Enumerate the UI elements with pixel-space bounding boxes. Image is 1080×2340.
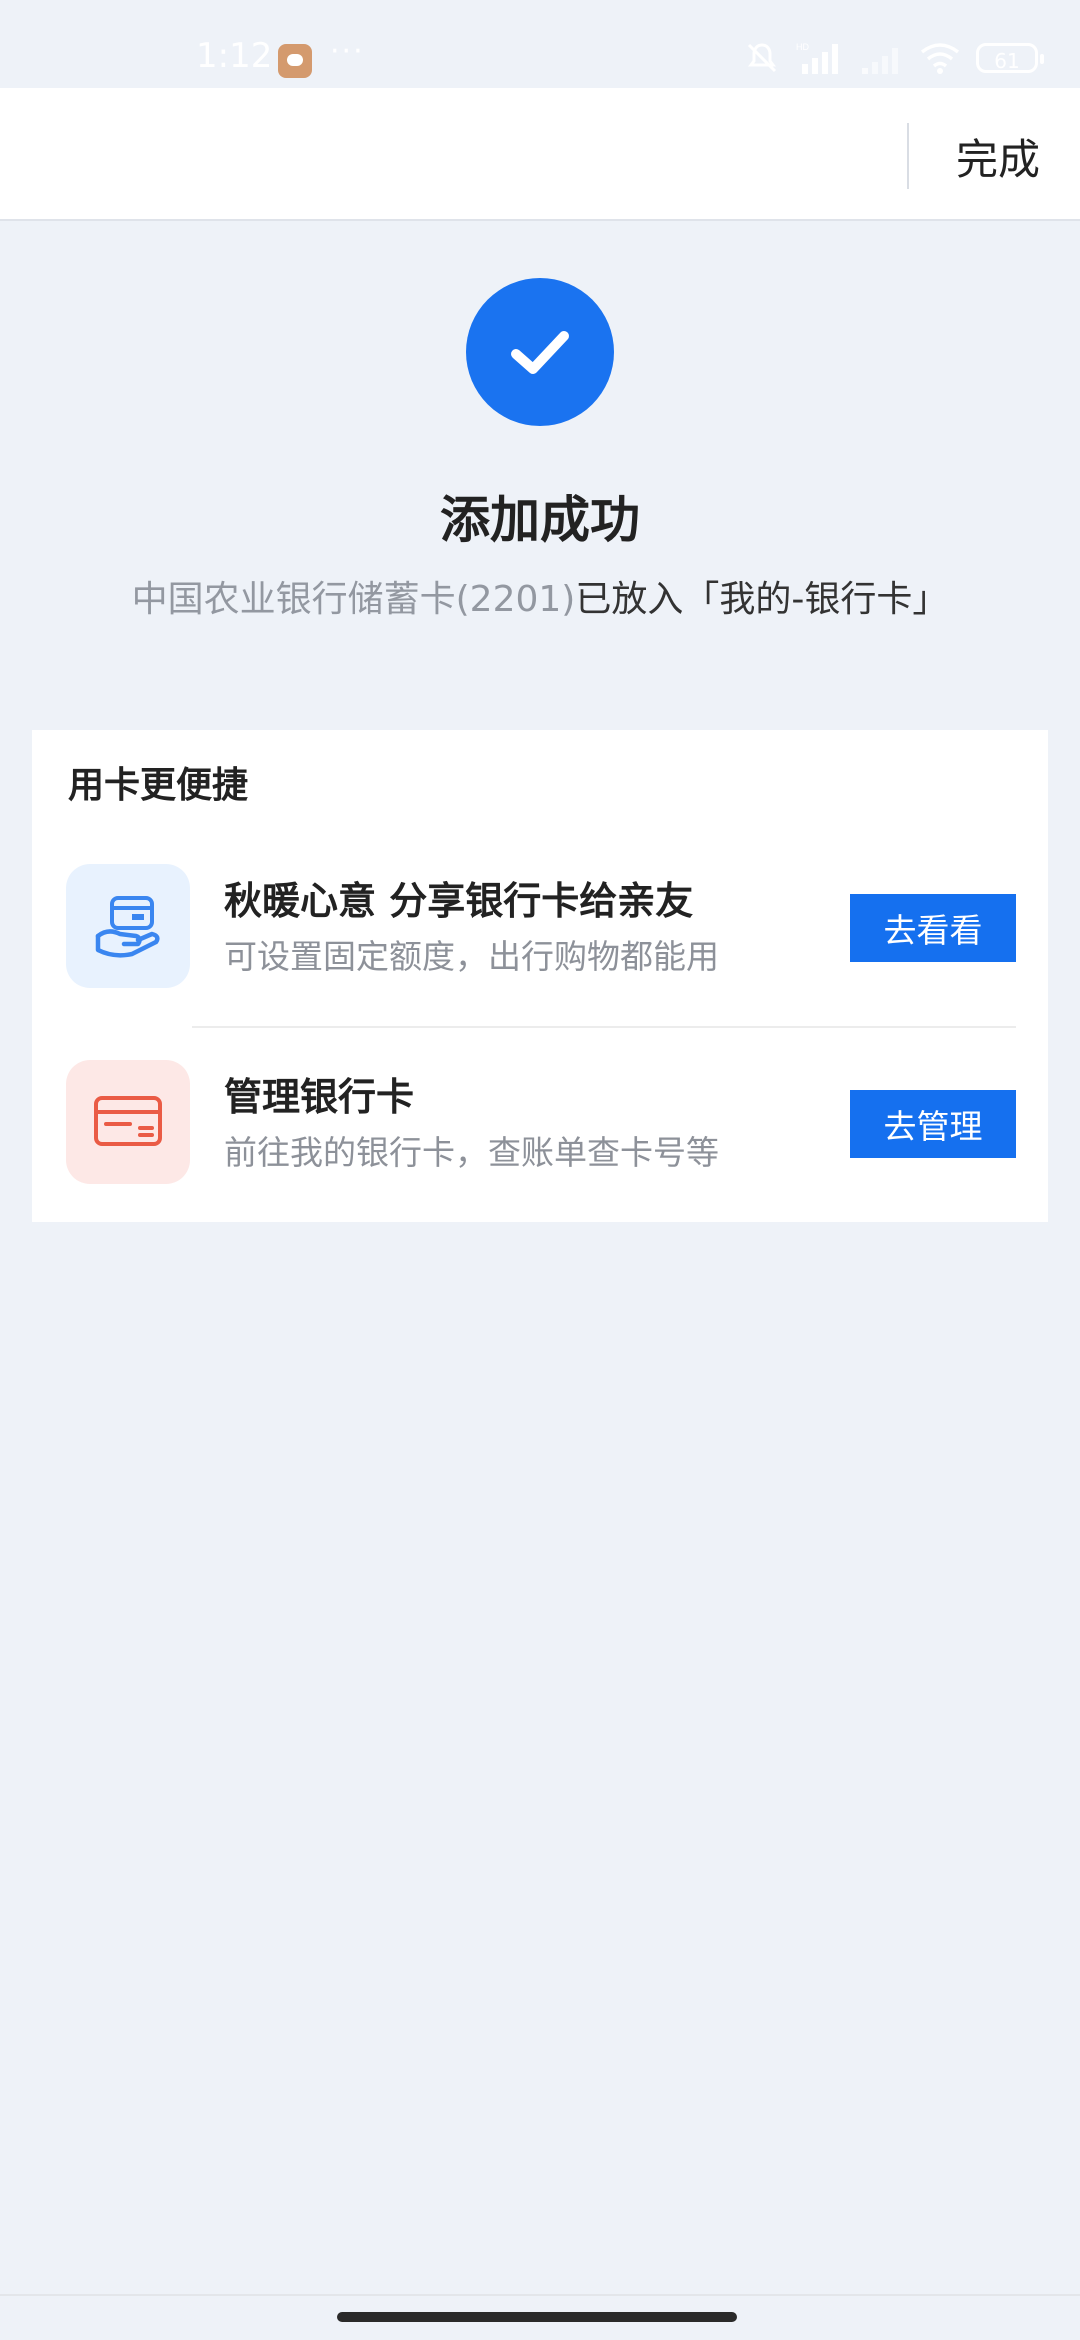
more-notifications-icon: ··· bbox=[330, 34, 365, 69]
success-check-badge bbox=[466, 278, 614, 426]
home-indicator[interactable] bbox=[337, 2312, 737, 2322]
list-item-manage-card[interactable]: 管理银行卡 前往我的银行卡，查账单查卡号等 去管理 bbox=[32, 1054, 1048, 1214]
success-title: 添加成功 bbox=[440, 491, 640, 549]
status-bar: 1:12 ··· HD 61 bbox=[0, 0, 1080, 88]
list-item-share-card[interactable]: 秋暖心意 分享银行卡给亲友 可设置固定额度，出行购物都能用 去看看 bbox=[32, 858, 1048, 1018]
row-divider bbox=[192, 1026, 1016, 1028]
bell-muted-icon bbox=[747, 43, 777, 73]
convenience-card: 用卡更便捷 秋暖心意 分享银行卡给亲友 可设置固定额度，出行购物都能用 去看看 bbox=[32, 730, 1048, 1222]
bottom-divider bbox=[0, 2294, 1080, 2296]
signal-icon bbox=[862, 48, 898, 74]
svg-text:HD: HD bbox=[796, 42, 809, 52]
battery-icon: 61 bbox=[976, 43, 1044, 73]
manage-card-title: 管理银行卡 bbox=[224, 1075, 415, 1119]
success-description: 中国农业银行储蓄卡(2201)已放入「我的-银行卡」 bbox=[0, 570, 1080, 622]
signal-hd-icon: HD bbox=[796, 42, 838, 74]
share-card-subtitle: 可设置固定额度，出行购物都能用 bbox=[224, 937, 719, 976]
manage-card-subtitle: 前往我的银行卡，查账单查卡号等 bbox=[224, 1133, 719, 1172]
go-manage-button[interactable]: 去管理 bbox=[850, 1090, 1016, 1158]
go-see-button[interactable]: 去看看 bbox=[850, 894, 1016, 962]
status-icons: HD 61 bbox=[744, 38, 1044, 78]
card-name-text: 中国农业银行储蓄卡(2201) bbox=[131, 579, 576, 620]
check-icon bbox=[511, 331, 569, 374]
chat-app-icon bbox=[278, 44, 312, 78]
nav-bar: 完成 bbox=[0, 88, 1080, 221]
status-time: 1:12 bbox=[196, 36, 273, 76]
share-card-hand-icon bbox=[66, 864, 190, 988]
destination-text: 已放入「我的-银行卡」 bbox=[575, 579, 949, 620]
nav-divider bbox=[907, 123, 909, 189]
share-card-title: 秋暖心意 分享银行卡给亲友 bbox=[224, 879, 694, 923]
bank-card-icon bbox=[66, 1060, 190, 1184]
done-button[interactable]: 完成 bbox=[956, 126, 1040, 187]
card-section-title: 用卡更便捷 bbox=[68, 765, 249, 806]
wifi-icon bbox=[920, 43, 960, 74]
